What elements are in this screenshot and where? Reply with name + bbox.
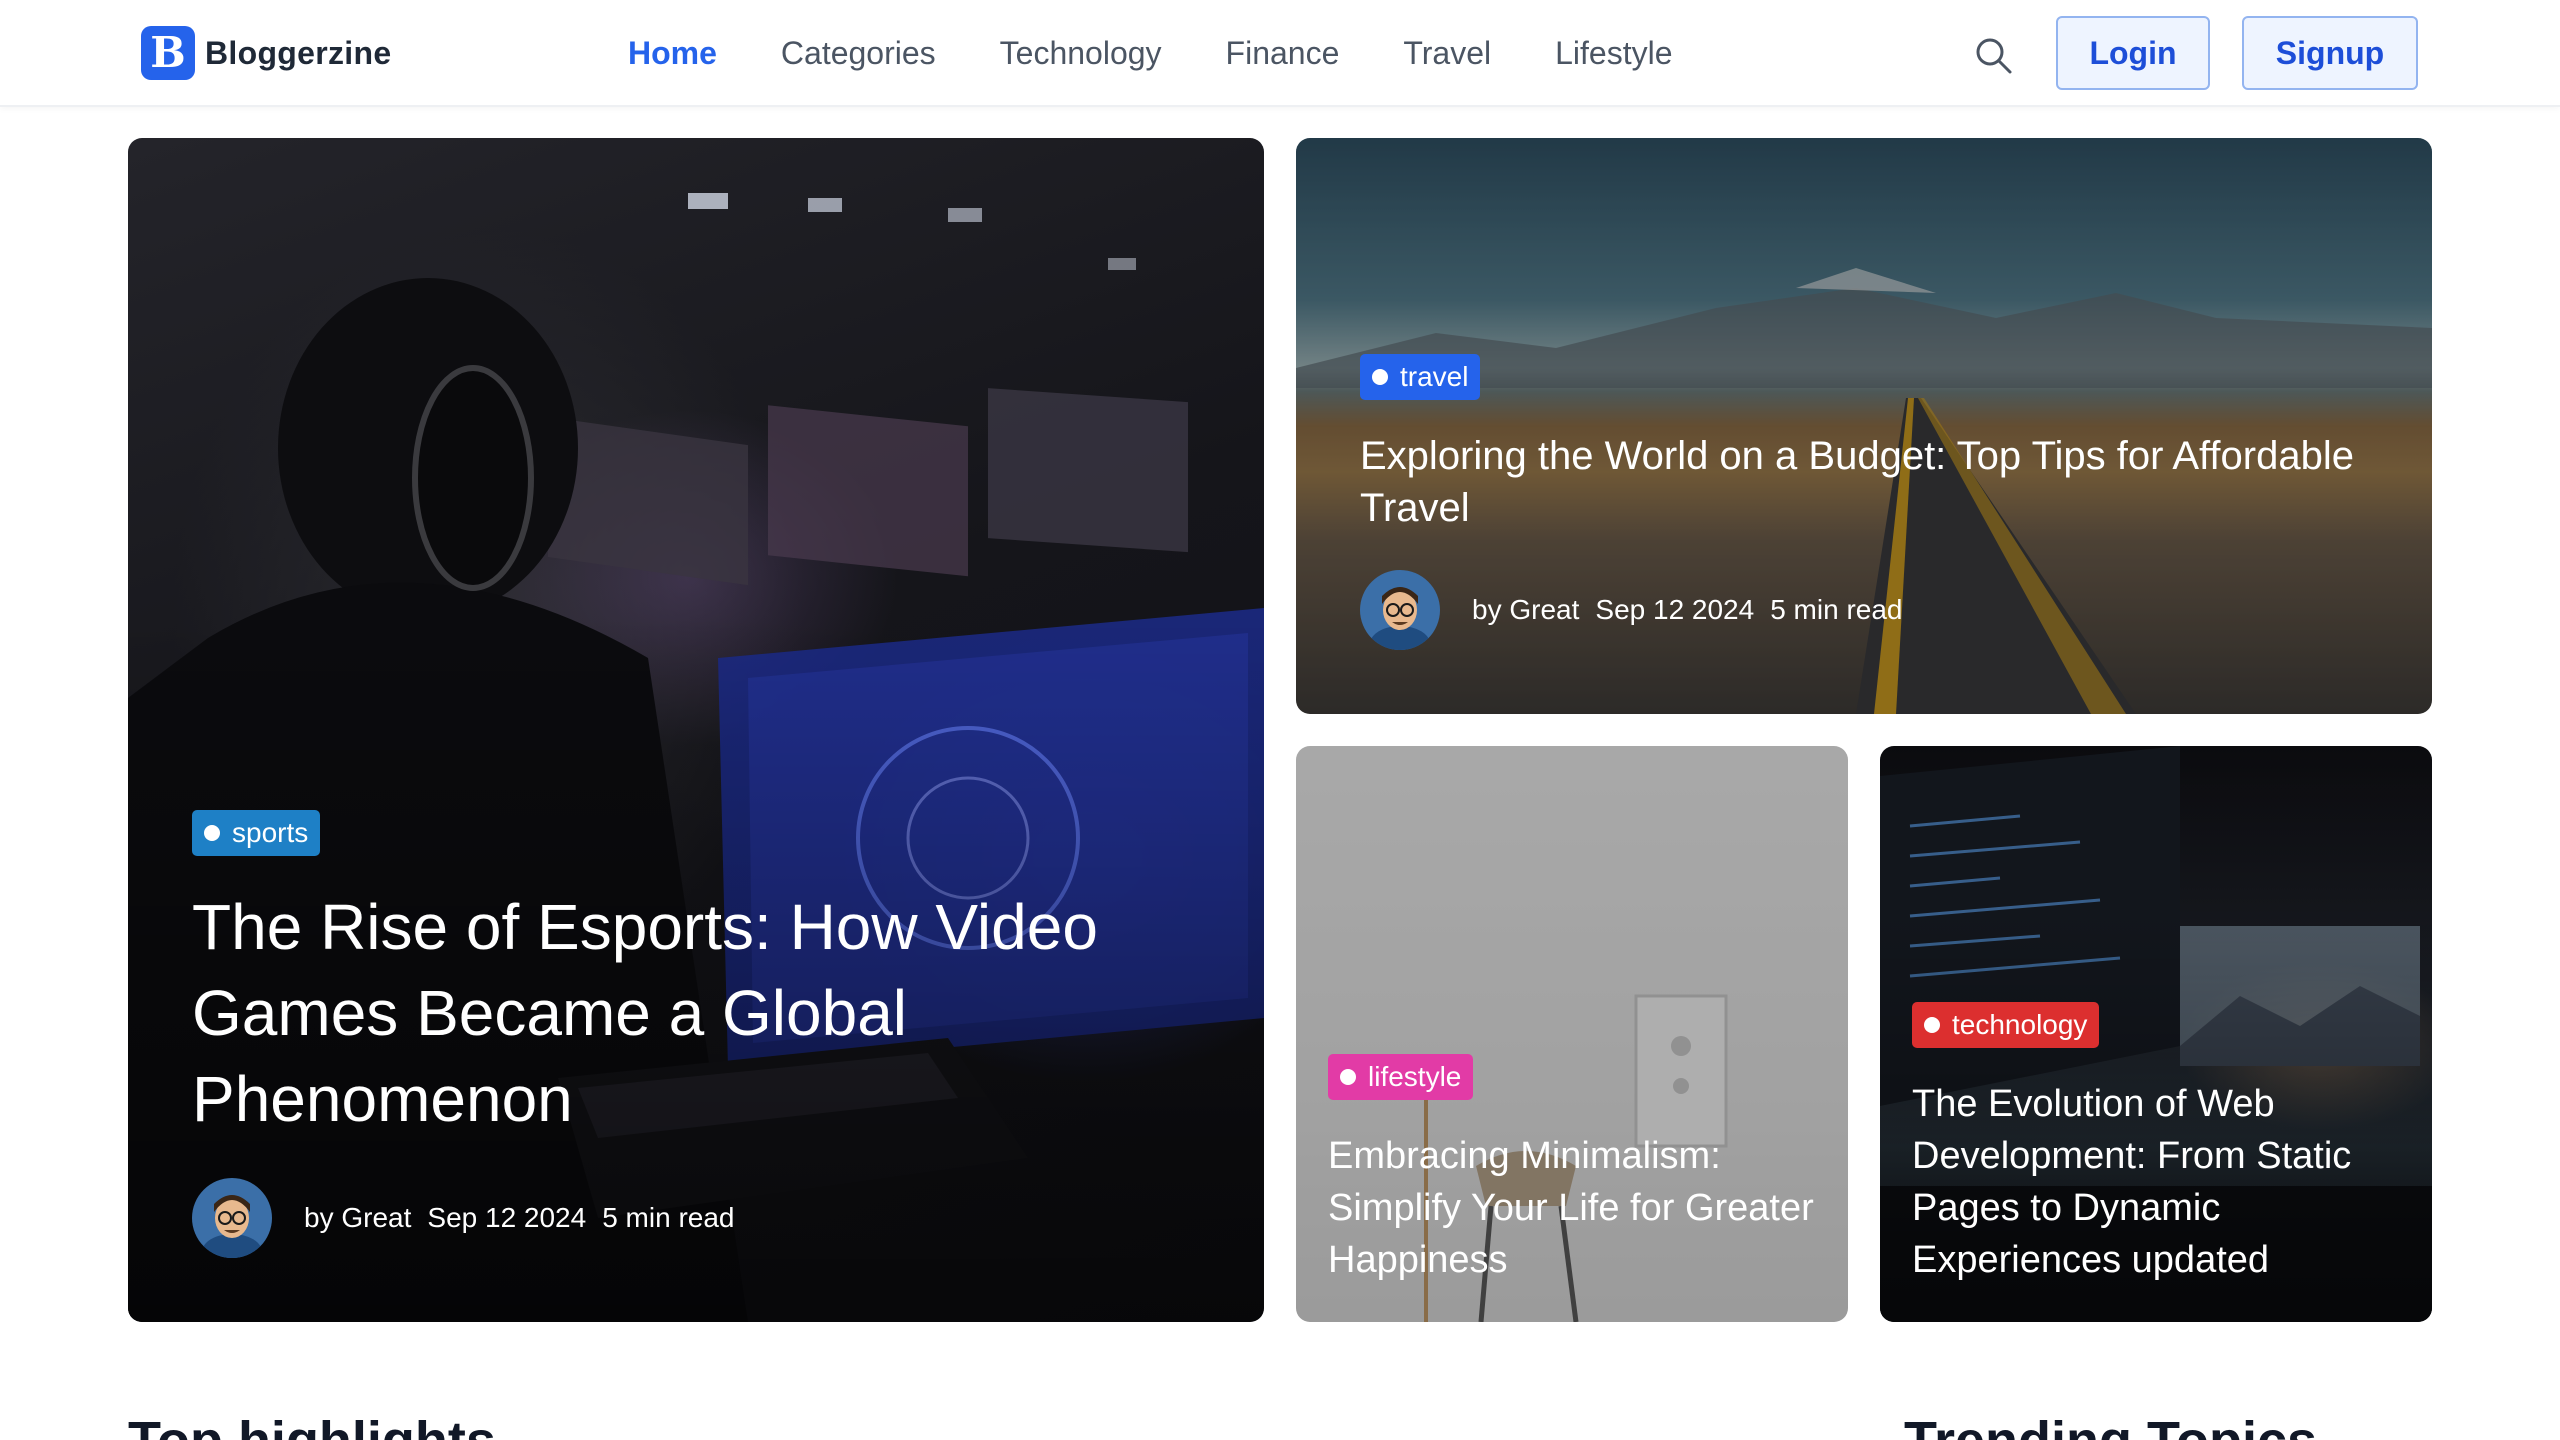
nav-item-technology[interactable]: Technology — [1000, 30, 1162, 76]
read-time: 5 min read — [602, 1202, 735, 1233]
publish-date: Sep 12 2024 — [427, 1202, 587, 1233]
nav-item-lifestyle[interactable]: Lifestyle — [1555, 30, 1672, 76]
category-badge-sports[interactable]: sports — [192, 810, 321, 856]
badge-label: lifestyle — [1368, 1061, 1462, 1092]
badge-label: sports — [232, 817, 309, 848]
section-heading-top-highlights: Top highlights — [128, 1410, 496, 1440]
brand-logo[interactable]: B Bloggerzine — [141, 26, 391, 80]
author-avatar[interactable] — [1360, 570, 1440, 650]
featured-card-lifestyle[interactable]: lifestyle Embracing Minimalism: Simplify… — [1296, 746, 1848, 1322]
badge-label: travel — [1400, 361, 1469, 392]
top-navbar: B Bloggerzine Home Categories Technology… — [0, 0, 2560, 107]
section-heading-trending-topics: Trending Topics — [1904, 1410, 2317, 1440]
read-time: 5 min read — [1770, 594, 1903, 625]
login-button[interactable]: Login — [2056, 16, 2210, 90]
publish-date: Sep 12 2024 — [1595, 594, 1755, 625]
badge-dot-icon — [1340, 1069, 1356, 1085]
badge-dot-icon — [1924, 1017, 1940, 1033]
search-icon[interactable] — [1974, 36, 2014, 76]
nav-item-finance[interactable]: Finance — [1226, 30, 1340, 76]
featured-card-technology[interactable]: technology The Evolution of Web Developm… — [1880, 746, 2432, 1322]
article-title[interactable]: The Evolution of Web Development: From S… — [1912, 1078, 2422, 1286]
featured-card-sports[interactable]: sports The Rise of Esports: How Video Ga… — [128, 138, 1264, 1322]
brand-name: Bloggerzine — [205, 34, 392, 71]
author-name[interactable]: by Great — [304, 1202, 411, 1234]
signup-button[interactable]: Signup — [2242, 16, 2418, 90]
category-badge-technology[interactable]: technology — [1912, 1002, 2100, 1048]
badge-dot-icon — [204, 825, 220, 841]
nav-item-travel[interactable]: Travel — [1403, 30, 1491, 76]
card-overlay — [128, 138, 1264, 1322]
nav-item-categories[interactable]: Categories — [781, 30, 936, 76]
article-meta: by Great Sep 12 2024 5 min read — [192, 1178, 735, 1258]
logo-icon: B — [141, 26, 195, 80]
badge-dot-icon — [1372, 369, 1388, 385]
author-avatar[interactable] — [192, 1178, 272, 1258]
main-nav: Home Categories Technology Finance Trave… — [628, 30, 1673, 76]
author-name[interactable]: by Great — [1472, 594, 1579, 626]
category-badge-lifestyle[interactable]: lifestyle — [1328, 1054, 1474, 1100]
nav-item-home[interactable]: Home — [628, 30, 717, 76]
article-title[interactable]: Embracing Minimalism: Simplify Your Life… — [1328, 1130, 1828, 1286]
article-meta: by Great Sep 12 2024 5 min read — [1360, 570, 1903, 650]
featured-card-travel[interactable]: travel Exploring the World on a Budget: … — [1296, 138, 2432, 714]
category-badge-travel[interactable]: travel — [1360, 354, 1481, 400]
article-title[interactable]: The Rise of Esports: How Video Games Bec… — [192, 884, 1192, 1142]
article-title[interactable]: Exploring the World on a Budget: Top Tip… — [1360, 430, 2400, 534]
badge-label: technology — [1952, 1009, 2088, 1040]
